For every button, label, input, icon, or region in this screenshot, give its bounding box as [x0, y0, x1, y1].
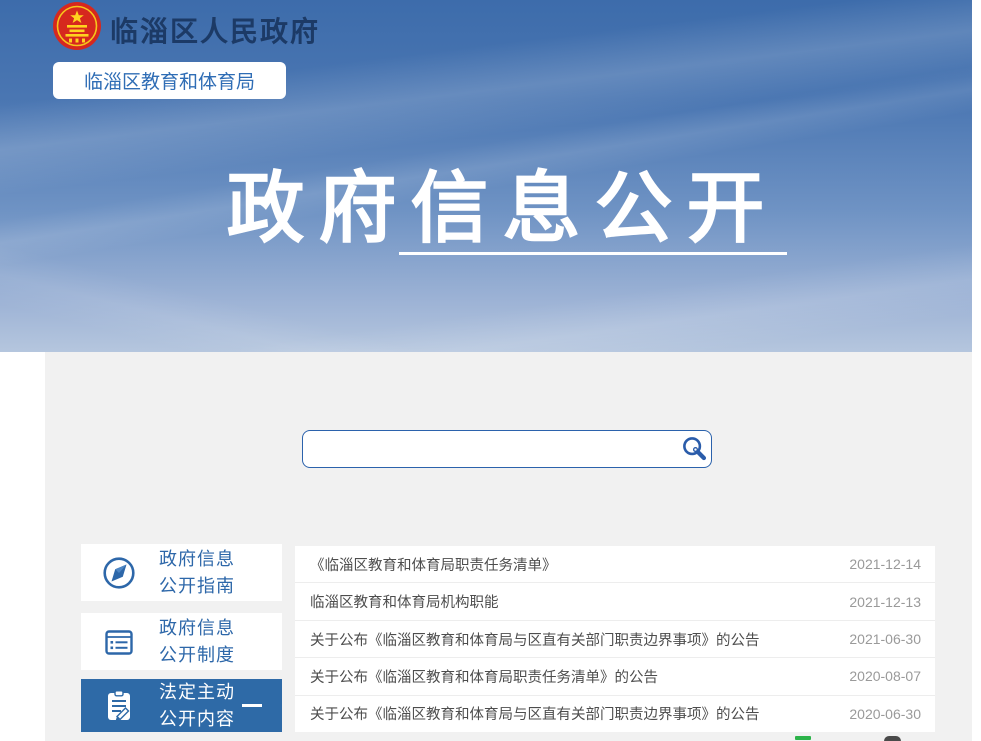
sidebar-label-line: 公开内容 [159, 706, 235, 733]
collapse-minus-icon[interactable] [242, 704, 262, 707]
article-date: 2020-08-07 [849, 668, 921, 684]
sidebar-item-statutory-disclosure[interactable]: 法定主动 公开内容 [81, 679, 282, 732]
search-input[interactable] [303, 431, 677, 467]
list-item[interactable]: 关于公布《临淄区教育和体育局与区直有关部门职责边界事项》的公告 2020-06-… [295, 696, 935, 732]
article-title[interactable]: 临淄区教育和体育局机构职能 [310, 591, 499, 612]
cut-off-dark-icon [884, 736, 901, 741]
compass-icon [100, 554, 138, 592]
article-date: 2021-12-14 [849, 556, 921, 572]
title-underline [399, 252, 787, 255]
article-date: 2021-12-13 [849, 594, 921, 610]
list-item[interactable]: 关于公布《临淄区教育和体育局与区直有关部门职责边界事项》的公告 2021-06-… [295, 621, 935, 658]
search-icon[interactable] [677, 434, 711, 464]
sidebar-item-system[interactable]: 政府信息 公开制度 [81, 613, 282, 670]
article-title[interactable]: 关于公布《临淄区教育和体育局职责任务清单》的公告 [310, 666, 658, 687]
article-date: 2021-06-30 [849, 631, 921, 647]
sidebar-label-line: 公开指南 [159, 573, 235, 600]
article-title[interactable]: 关于公布《临淄区教育和体育局与区直有关部门职责边界事项》的公告 [310, 703, 760, 724]
article-title[interactable]: 《临淄区教育和体育局职责任务清单》 [310, 554, 557, 575]
sidebar-label-line: 政府信息 [159, 615, 235, 642]
cut-off-green-icon [795, 736, 811, 740]
sidebar-item-guide[interactable]: 政府信息 公开指南 [81, 544, 282, 601]
article-date: 2020-06-30 [849, 706, 921, 722]
government-info-page: 临淄区人民政府 临淄区教育和体育局 政府信息公开 政府信 [0, 0, 981, 741]
sidebar-label-line: 法定主动 [159, 679, 235, 706]
document-list-icon [100, 623, 138, 661]
list-item[interactable]: 《临淄区教育和体育局职责任务清单》 2021-12-14 [295, 546, 935, 583]
department-button[interactable]: 临淄区教育和体育局 [53, 62, 286, 99]
clipboard-pen-icon [100, 687, 138, 725]
list-item[interactable]: 临淄区教育和体育局机构职能 2021-12-13 [295, 583, 935, 620]
department-button-label: 临淄区教育和体育局 [84, 67, 255, 94]
sidebar-label-line: 公开制度 [159, 642, 235, 669]
site-title: 临淄区人民政府 [110, 10, 320, 50]
national-emblem-icon [53, 2, 101, 50]
list-item[interactable]: 关于公布《临淄区教育和体育局职责任务清单》的公告 2020-08-07 [295, 658, 935, 695]
article-list: 《临淄区教育和体育局职责任务清单》 2021-12-14 临淄区教育和体育局机构… [295, 546, 935, 732]
search-box [302, 430, 712, 468]
banner: 临淄区人民政府 临淄区教育和体育局 政府信息公开 [0, 0, 972, 352]
article-title[interactable]: 关于公布《临淄区教育和体育局与区直有关部门职责边界事项》的公告 [310, 629, 760, 650]
sidebar-label-line: 政府信息 [159, 546, 235, 573]
page-title: 政府信息公开 [0, 146, 972, 258]
